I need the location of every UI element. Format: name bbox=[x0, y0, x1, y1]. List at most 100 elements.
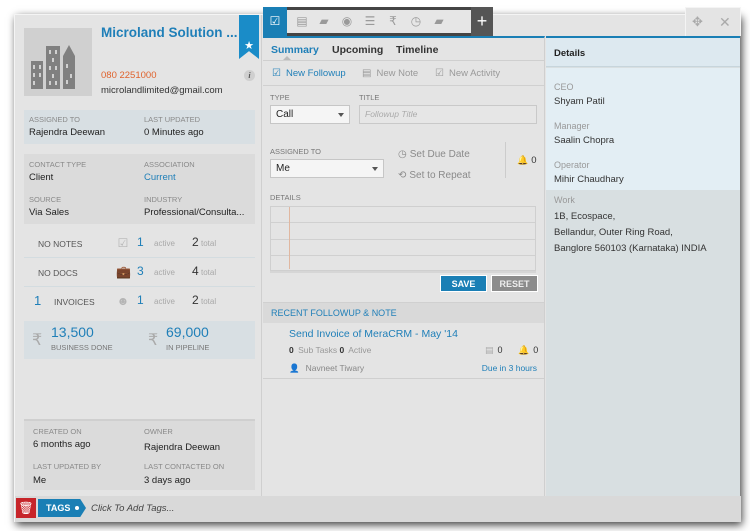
support-agent-icon: ☻ bbox=[116, 294, 130, 308]
followup-title-input[interactable]: Followup Title bbox=[359, 105, 537, 124]
assigned-to-value: Me bbox=[276, 163, 290, 174]
followup-tool-button[interactable]: ☑ bbox=[263, 7, 287, 36]
contact-name[interactable]: Mihir Chaudhary bbox=[554, 174, 624, 185]
details-textarea[interactable] bbox=[270, 206, 536, 271]
chevron-down-icon bbox=[338, 113, 344, 117]
add-button[interactable]: + bbox=[471, 7, 493, 36]
stat-row-notes[interactable]: NO NOTES ☑ 1 active 2 total bbox=[24, 229, 255, 258]
title-label: TITLE bbox=[359, 93, 380, 102]
key-contacts: CEO Shyam Patil Manager Saalin Chopra Op… bbox=[546, 68, 740, 190]
company-name[interactable]: Microland Solution ... bbox=[101, 25, 238, 40]
history-icon: ◷ bbox=[410, 14, 422, 28]
followup-title[interactable]: Send Invoice of MeraCRM - May '14 bbox=[289, 328, 458, 340]
assigned-to-value: Rajendra Deewan bbox=[29, 127, 106, 138]
contact-role: CEO bbox=[554, 82, 574, 92]
chat-tool-button[interactable]: ▰ bbox=[427, 7, 451, 36]
details-panel: Details CEO Shyam Patil Manager Saalin C… bbox=[546, 36, 740, 496]
close-icon[interactable]: ✕ bbox=[719, 14, 731, 31]
tab-upcoming[interactable]: Upcoming bbox=[332, 44, 383, 56]
support-tool-button[interactable]: ◉ bbox=[335, 7, 359, 36]
reset-button[interactable]: RESET bbox=[491, 275, 538, 292]
contact-window: Microland Solution ... 080 2251000 micro… bbox=[14, 7, 741, 522]
last-updated-value: 0 Minutes ago bbox=[144, 127, 204, 138]
stat-total-label: total bbox=[201, 239, 217, 248]
last-updated-label: LAST UPDATED bbox=[144, 115, 200, 124]
note-tool-button[interactable]: ▤ bbox=[290, 7, 314, 36]
stat-label: NO NOTES bbox=[38, 239, 83, 249]
association-value[interactable]: Current bbox=[144, 172, 176, 183]
info-icon[interactable]: i bbox=[244, 70, 255, 81]
repeat-icon: ⟲ bbox=[398, 170, 407, 181]
company-email[interactable]: microlandlimited@gmail.com bbox=[101, 85, 223, 96]
invoice-tool-button[interactable]: ☰ bbox=[358, 7, 382, 36]
company-logo bbox=[24, 28, 92, 96]
set-due-date-label: Set Due Date bbox=[409, 149, 470, 160]
recent-heading: RECENT FOLLOWUP & NOTE bbox=[271, 308, 397, 318]
tags-button[interactable]: TAGS bbox=[38, 499, 86, 517]
stat-row-docs[interactable]: NO DOCS 💼 3 active 4 total bbox=[24, 258, 255, 287]
invoice-count: 1 bbox=[34, 293, 42, 308]
contact-name[interactable]: Shyam Patil bbox=[554, 96, 605, 107]
stat-active-label: active bbox=[154, 268, 175, 277]
note-icon: ▤ bbox=[362, 68, 372, 79]
set-to-repeat-button[interactable]: ⟲ Set to Repeat bbox=[398, 170, 471, 181]
stat-active-label: active bbox=[154, 239, 175, 248]
stat-total-count: 4 bbox=[192, 264, 199, 278]
industry-label: INDUSTRY bbox=[144, 195, 183, 204]
assigned-to-label: ASSIGNED TO bbox=[270, 147, 321, 156]
assigned-to-select[interactable]: Me bbox=[270, 159, 384, 178]
new-note-button[interactable]: ▤ New Note bbox=[362, 68, 418, 79]
contact-name[interactable]: Saalin Chopra bbox=[554, 135, 614, 146]
contact-role: Operator bbox=[554, 160, 590, 170]
star-icon: ★ bbox=[244, 40, 254, 52]
move-icon[interactable]: ✥ bbox=[692, 14, 703, 30]
history-tool-button[interactable]: ◷ bbox=[404, 7, 428, 36]
docs-tool-button[interactable]: ▰ bbox=[312, 7, 336, 36]
company-phone[interactable]: 080 2251000 bbox=[101, 70, 156, 81]
rupee-icon: ₹ bbox=[32, 332, 43, 349]
type-select[interactable]: Call bbox=[270, 105, 350, 124]
favorite-bookmark[interactable]: ★ bbox=[239, 15, 259, 59]
rupee-icon: ₹ bbox=[148, 332, 159, 349]
recent-followup-item[interactable]: Send Invoice of MeraCRM - May '14 0 Sub … bbox=[263, 323, 544, 379]
tab-timeline[interactable]: Timeline bbox=[396, 44, 438, 56]
details-label: DETAILS bbox=[270, 193, 301, 202]
new-note-label: New Note bbox=[376, 68, 419, 79]
stat-active-label: active bbox=[154, 297, 175, 306]
pipeline-amount: 69,000 bbox=[166, 324, 209, 340]
reminder-button[interactable]: 🔔 0 bbox=[517, 155, 537, 166]
meta-box: CREATED ON 6 months ago OWNER Rajendra D… bbox=[24, 419, 255, 490]
followup-subtasks: 0 Sub Tasks 0 Active bbox=[289, 345, 372, 355]
stat-total-count: 2 bbox=[192, 293, 199, 307]
followup-icon: ☑ bbox=[269, 14, 281, 28]
tags-label: TAGS bbox=[46, 503, 71, 513]
address-line: 1B, Ecospace, bbox=[554, 211, 616, 222]
user-icon: 👤 bbox=[289, 363, 300, 373]
tab-bar: Summary Upcoming Timeline bbox=[263, 38, 544, 61]
set-due-date-button[interactable]: ◷ Set Due Date bbox=[398, 149, 470, 160]
contact-type-label: CONTACT TYPE bbox=[29, 160, 87, 169]
payment-tool-button[interactable]: ₹ bbox=[381, 7, 405, 36]
support-icon: ◉ bbox=[341, 14, 353, 28]
stat-row-invoices[interactable]: 1 INVOICES ☻ 1 active 2 total bbox=[24, 287, 255, 316]
type-value: Call bbox=[276, 109, 294, 120]
owner-value: Rajendra Deewan bbox=[144, 442, 221, 453]
assigned-to-label: ASSIGNED TO bbox=[29, 115, 80, 124]
clock-icon: ◷ bbox=[398, 149, 407, 160]
task-check-icon: ☑ bbox=[117, 236, 129, 250]
last-updated-by-value: Me bbox=[33, 475, 47, 486]
tab-summary[interactable]: Summary bbox=[271, 44, 319, 56]
add-tags-input[interactable]: Click To Add Tags... bbox=[91, 503, 174, 514]
margin-line bbox=[289, 207, 290, 269]
tag-bar: 🗑 TAGS Click To Add Tags... bbox=[15, 496, 741, 522]
pipeline-label: IN PIPELINE bbox=[166, 343, 210, 352]
address-label: Work bbox=[554, 195, 575, 205]
reminder-count: 0 bbox=[531, 155, 537, 166]
delete-button[interactable]: 🗑 bbox=[16, 498, 36, 518]
activity-panel: Summary Upcoming Timeline ☑ New Followup … bbox=[263, 36, 545, 496]
type-label: TYPE bbox=[270, 93, 290, 102]
new-activity-button[interactable]: ☑ New Activity bbox=[435, 68, 500, 79]
save-button[interactable]: SAVE bbox=[440, 275, 487, 292]
new-followup-button[interactable]: ☑ New Followup bbox=[272, 68, 346, 79]
notes-count: ▤ 0 bbox=[485, 345, 503, 355]
